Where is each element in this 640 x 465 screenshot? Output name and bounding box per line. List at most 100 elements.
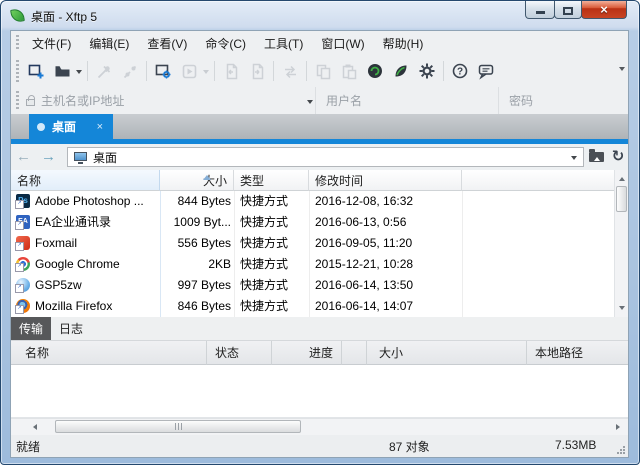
transfer-column-size[interactable]: 大小 <box>367 341 527 365</box>
disconnect-button[interactable] <box>117 58 143 84</box>
tab-desktop[interactable]: 桌面 × <box>29 114 113 139</box>
file-row[interactable]: EA EA企业通讯录 1009 Byt... 快捷方式 2016-06-13, … <box>11 212 614 233</box>
xshell-icon <box>366 62 384 80</box>
photoshop-shortcut-icon: Ps <box>16 194 30 208</box>
session-properties-button[interactable] <box>150 58 176 84</box>
menu-bar: 文件(F) 编辑(E) 查看(V) 命令(C) 工具(T) 窗口(W) 帮助(H… <box>11 31 628 55</box>
file-row[interactable]: GSP5zw 997 Bytes 快捷方式 2016-06-14, 13:50 <box>11 275 614 296</box>
svg-text:?: ? <box>457 67 463 78</box>
desktop-icon <box>74 152 87 161</box>
tab-close-icon[interactable]: × <box>95 121 105 133</box>
ea-contacts-shortcut-icon: EA <box>16 215 30 229</box>
feedback-button[interactable] <box>473 58 499 84</box>
menu-item-file[interactable]: 文件(F) <box>23 32 80 55</box>
transfer-list-empty[interactable] <box>11 365 628 418</box>
scroll-down-button[interactable] <box>615 302 629 317</box>
file-modified: 2015-12-21, 10:28 <box>315 254 461 275</box>
toolbar-separator <box>146 61 147 81</box>
transfer-column-name[interactable]: 名称 <box>11 341 207 365</box>
menu-item-view[interactable]: 查看(V) <box>138 32 196 55</box>
transfer-column-progress[interactable]: 进度 <box>272 341 342 365</box>
execute-button[interactable] <box>176 58 202 84</box>
connect-button[interactable] <box>91 58 117 84</box>
file-name: Mozilla Firefox <box>35 296 159 317</box>
help-icon: ? <box>451 62 469 80</box>
firefox-shortcut-icon <box>16 299 30 313</box>
vertical-scroll-thumb[interactable] <box>616 186 627 212</box>
password-field-wrap <box>499 87 628 114</box>
file-type: 快捷方式 <box>240 296 308 317</box>
copy-button[interactable] <box>310 58 336 84</box>
status-ready: 就绪 <box>16 438 40 455</box>
horizontal-scroll-thumb[interactable] <box>55 420 301 433</box>
execute-dropdown-icon[interactable] <box>203 70 209 77</box>
menu-drag-handle[interactable] <box>16 35 19 52</box>
menu-item-window[interactable]: 窗口(W) <box>312 32 373 55</box>
transfer-column-status[interactable]: 状态 <box>207 341 272 365</box>
upload-button[interactable] <box>218 58 244 84</box>
thumb-grip-icon <box>178 423 179 430</box>
file-type: 快捷方式 <box>240 275 308 296</box>
toolbar-overflow-icon[interactable] <box>619 67 625 74</box>
horizontal-scrollbar[interactable] <box>11 418 628 435</box>
download-button[interactable] <box>244 58 270 84</box>
path-combobox[interactable]: 桌面 <box>67 147 584 167</box>
xftp-button[interactable] <box>388 58 414 84</box>
scroll-right-button[interactable] <box>611 419 628 435</box>
menu-item-tools[interactable]: 工具(T) <box>255 32 312 55</box>
file-size: 997 Bytes <box>160 275 231 296</box>
xshell-button[interactable] <box>362 58 388 84</box>
file-row[interactable]: Ps Adobe Photoshop ... 844 Bytes 快捷方式 20… <box>11 191 614 212</box>
scroll-up-button[interactable] <box>615 170 629 185</box>
close-icon: × <box>600 2 608 18</box>
file-row[interactable]: Mozilla Firefox 846 Bytes 快捷方式 2016-06-1… <box>11 296 614 317</box>
paste-button[interactable] <box>336 58 362 84</box>
column-header-size[interactable]: 大小 <box>160 170 234 191</box>
toolbar-separator <box>273 61 274 81</box>
tab-log[interactable]: 日志 <box>51 317 91 340</box>
file-name: Adobe Photoshop ... <box>35 191 159 212</box>
host-input[interactable] <box>41 94 306 108</box>
minimize-button[interactable] <box>525 1 555 19</box>
resize-grip-icon[interactable] <box>623 452 625 454</box>
menu-item-edit[interactable]: 编辑(E) <box>80 32 138 55</box>
host-dropdown-icon[interactable] <box>307 100 313 107</box>
column-header-type[interactable]: 类型 <box>234 170 309 191</box>
close-button[interactable]: × <box>581 1 627 19</box>
file-size: 1009 Byt... <box>160 212 231 233</box>
minimize-icon <box>536 11 545 14</box>
transfer-column-localpath[interactable]: 本地路径 <box>527 341 628 365</box>
column-header-name[interactable]: 名称 <box>11 170 160 191</box>
up-folder-button[interactable] <box>586 147 606 167</box>
file-row[interactable]: Foxmail 556 Bytes 快捷方式 2016-09-05, 11:20 <box>11 233 614 254</box>
user-field-wrap <box>316 87 499 114</box>
scroll-left-button[interactable] <box>25 419 42 435</box>
vertical-scrollbar[interactable] <box>614 170 628 317</box>
title-bar[interactable]: 桌面 - Xftp 5 × <box>1 1 639 30</box>
back-button[interactable]: ← <box>11 147 36 167</box>
refresh-button[interactable]: ↻ <box>608 147 628 167</box>
toolbar-drag-handle[interactable] <box>16 60 19 82</box>
status-bar: 就绪 87 对象 7.53MB <box>11 435 628 457</box>
forward-button[interactable]: → <box>36 147 61 167</box>
new-session-button[interactable] <box>23 58 49 84</box>
open-dropdown-icon[interactable] <box>76 70 82 77</box>
open-folder-button[interactable] <box>49 58 75 84</box>
username-input[interactable] <box>326 94 498 108</box>
upload-icon <box>223 63 240 80</box>
file-type: 快捷方式 <box>240 191 308 212</box>
transfer-swap-button[interactable] <box>277 58 303 84</box>
help-button[interactable]: ? <box>447 58 473 84</box>
settings-button[interactable] <box>414 58 440 84</box>
addressbar-drag-handle[interactable] <box>16 91 19 110</box>
file-row[interactable]: Google Chrome 2KB 快捷方式 2015-12-21, 10:28 <box>11 254 614 275</box>
maximize-button[interactable] <box>554 1 582 19</box>
tab-transfer[interactable]: 传输 <box>11 317 51 340</box>
menu-item-help[interactable]: 帮助(H) <box>374 32 433 55</box>
password-input[interactable] <box>509 94 628 108</box>
toolbar-separator <box>306 61 307 81</box>
path-dropdown-icon[interactable] <box>571 156 577 163</box>
column-header-modified[interactable]: 修改时间 <box>309 170 462 191</box>
bottom-panel-tabs: 传输 日志 <box>11 317 628 341</box>
menu-item-commands[interactable]: 命令(C) <box>196 32 255 55</box>
